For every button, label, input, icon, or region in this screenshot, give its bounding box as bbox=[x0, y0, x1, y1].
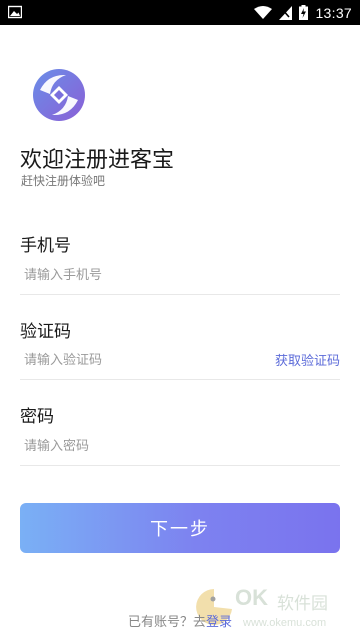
password-divider bbox=[20, 465, 340, 466]
status-icons: 13:37 bbox=[254, 0, 352, 25]
image-icon bbox=[8, 5, 22, 19]
page-subtitle: 赶快注册体验吧 bbox=[21, 174, 106, 188]
status-bar: 13:37 bbox=[0, 0, 360, 25]
password-input[interactable] bbox=[20, 434, 340, 458]
get-code-button[interactable]: 获取验证码 bbox=[275, 350, 340, 369]
login-prompt: 已有账号？去登录 bbox=[0, 611, 360, 630]
wifi-icon bbox=[254, 5, 273, 19]
login-prompt-text: 已有账号？去 bbox=[127, 615, 206, 630]
page-title: 欢迎注册进客宝 bbox=[20, 148, 175, 173]
password-label: 密码 bbox=[20, 407, 54, 427]
phone-input[interactable] bbox=[20, 263, 340, 287]
login-link[interactable]: 登录 bbox=[206, 615, 232, 630]
phone-divider bbox=[20, 294, 340, 295]
battery-charging-icon bbox=[299, 5, 309, 20]
watermark-brand: OK bbox=[235, 585, 268, 610]
status-time: 13:37 bbox=[315, 4, 352, 21]
code-input[interactable] bbox=[20, 348, 250, 372]
phone-label: 手机号 bbox=[20, 236, 71, 256]
signal-icon bbox=[279, 5, 293, 20]
next-button[interactable]: 下一步 bbox=[20, 503, 340, 553]
code-divider bbox=[20, 379, 340, 380]
app-logo-icon bbox=[33, 69, 85, 121]
code-label: 验证码 bbox=[20, 322, 71, 342]
